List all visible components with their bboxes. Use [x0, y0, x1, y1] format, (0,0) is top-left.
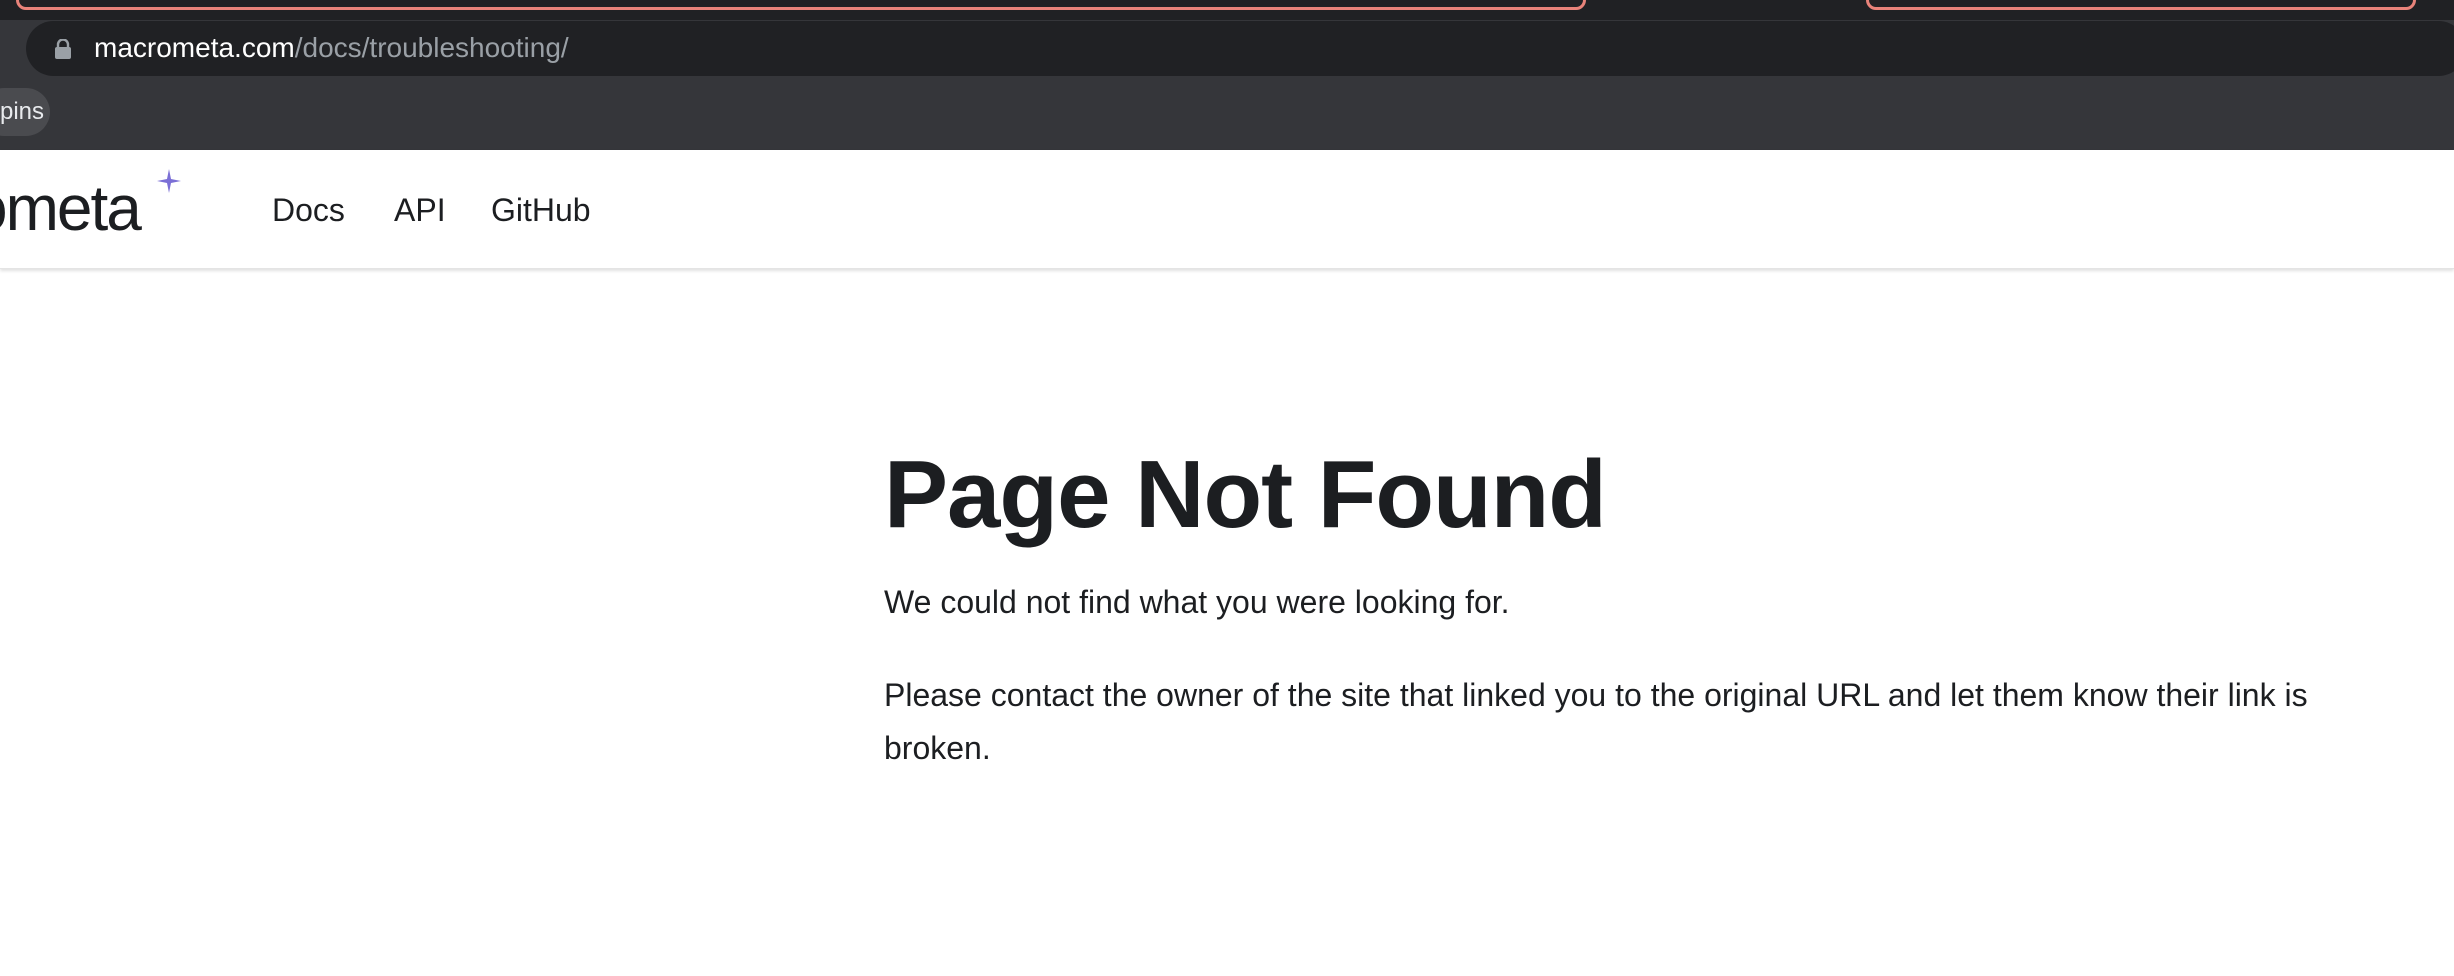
url-host: macrometa.com [94, 32, 295, 63]
nav-link-docs[interactable]: Docs [272, 186, 345, 234]
not-found-message: We could not find what you were looking … [884, 584, 1510, 620]
browser-chrome: macrometa.com/docs/troubleshooting/ pins [0, 0, 2454, 150]
tab-strip [0, 0, 2454, 20]
contact-owner-message: Please contact the owner of the site tha… [884, 677, 2308, 766]
bookmark-label[interactable]: pins [0, 96, 44, 128]
browser-tab[interactable] [16, 0, 1586, 10]
url-text[interactable]: macrometa.com/docs/troubleshooting/ [94, 28, 569, 68]
nav-link-github[interactable]: GitHub [491, 186, 591, 234]
lock-icon[interactable] [54, 39, 72, 59]
nav-link-api[interactable]: API [394, 186, 446, 234]
browser-tab[interactable] [1866, 0, 2416, 10]
sparkle-icon [157, 169, 181, 193]
site-navbar [0, 150, 2454, 269]
page-title: Page Not Found [884, 441, 1607, 548]
url-path: /docs/troubleshooting/ [294, 32, 569, 63]
site-logo[interactable]: ometa [0, 164, 142, 252]
main-content: Page Not Found We could not find what yo… [884, 430, 2374, 775]
